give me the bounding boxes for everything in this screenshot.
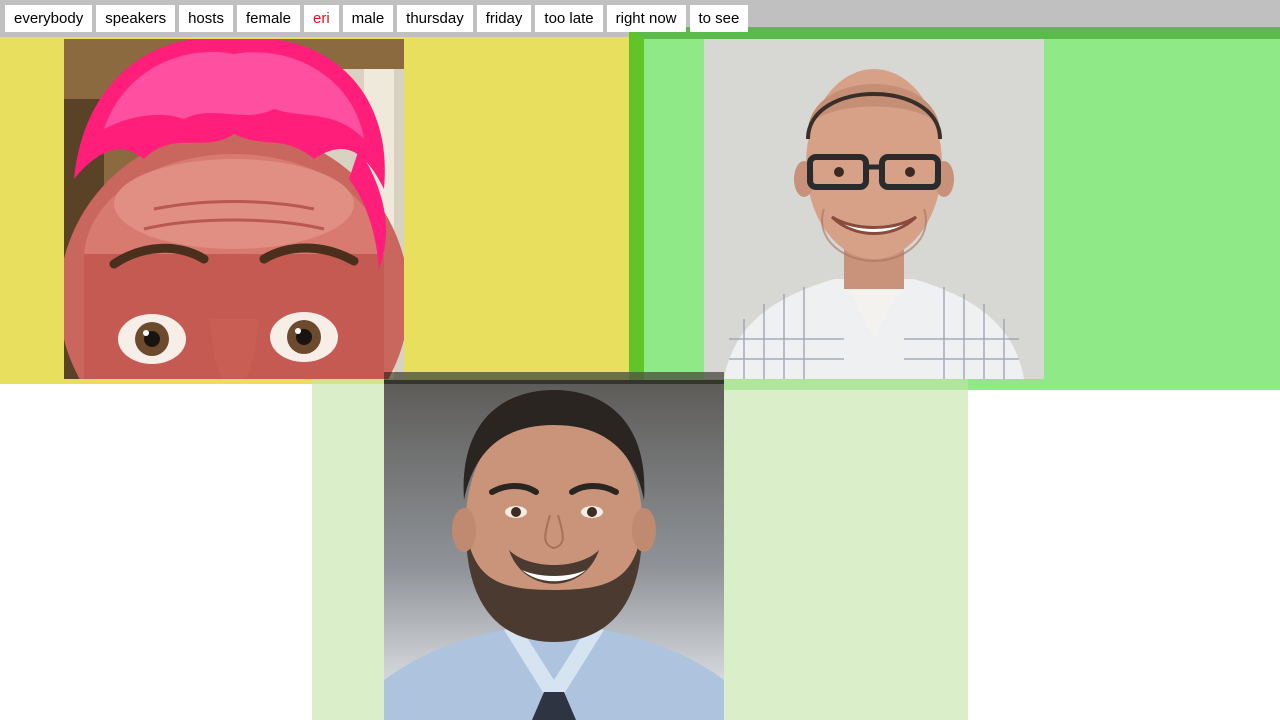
- person-pink-hair-photo-icon: [64, 39, 404, 379]
- person-photo-glasses[interactable]: [704, 39, 1044, 379]
- filter-tab-speakers[interactable]: speakers: [96, 5, 176, 32]
- page: everybody speakers hosts female eri male…: [0, 0, 1280, 720]
- filter-tab-female[interactable]: female: [236, 5, 300, 32]
- filter-tab-to-see[interactable]: to see: [689, 5, 749, 32]
- photo-shadow: [384, 372, 724, 384]
- filter-tab-male[interactable]: male: [342, 5, 394, 32]
- filter-tabs: everybody speakers hosts female eri male…: [5, 5, 749, 32]
- filter-tab-thursday[interactable]: thursday: [397, 5, 473, 32]
- person-beard-photo-icon: [384, 380, 724, 720]
- person-glasses-photo-icon: [704, 39, 1044, 379]
- filter-tab-friday[interactable]: friday: [476, 5, 532, 32]
- person-photo-beard[interactable]: [384, 380, 724, 720]
- filter-tab-eri[interactable]: eri: [303, 5, 339, 32]
- person-photo-pink-hair[interactable]: [64, 39, 404, 379]
- filter-tab-right-now[interactable]: right now: [606, 5, 686, 32]
- filter-tab-hosts[interactable]: hosts: [179, 5, 233, 32]
- filter-tab-too-late[interactable]: too late: [535, 5, 603, 32]
- filter-tab-everybody[interactable]: everybody: [5, 5, 93, 32]
